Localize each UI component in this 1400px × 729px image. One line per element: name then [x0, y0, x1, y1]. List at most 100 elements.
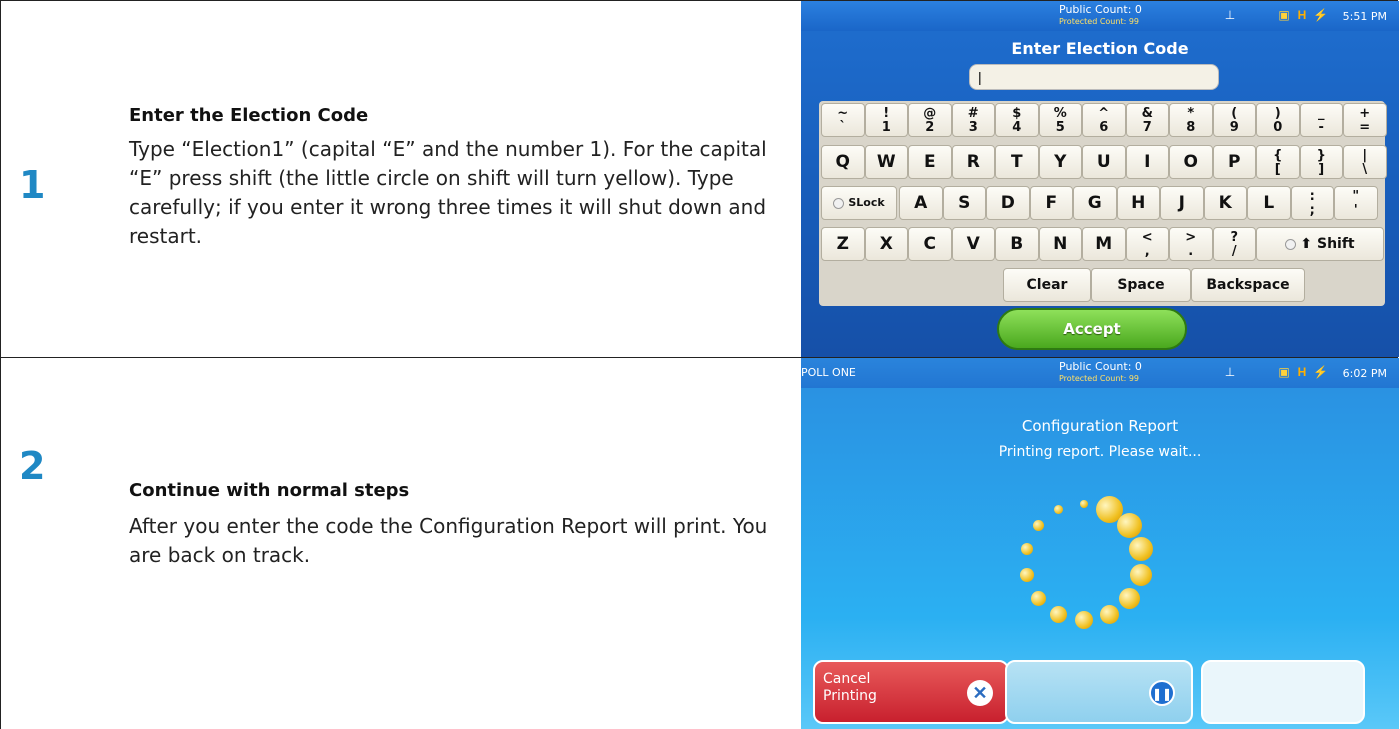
key[interactable]: ^ 6 — [1082, 103, 1126, 137]
key[interactable]: V — [951, 227, 995, 261]
key[interactable]: H — [1116, 186, 1160, 220]
key[interactable]: Z — [821, 227, 865, 261]
step-heading: Continue with normal steps — [129, 480, 410, 501]
key[interactable]: :; — [1290, 186, 1334, 220]
key[interactable]: + = — [1343, 103, 1387, 137]
key[interactable]: ~ ` — [821, 103, 865, 137]
step-body: After you enter the code the Configurati… — [129, 514, 768, 567]
key[interactable]: M — [1082, 227, 1126, 261]
close-icon: ✕ — [967, 680, 993, 706]
pause-icon: ❚❚ — [1149, 680, 1175, 706]
key[interactable]: U — [1082, 145, 1126, 179]
h-icon: H — [1297, 8, 1307, 22]
key[interactable]: T — [995, 145, 1039, 179]
step-row-2: 2 Continue with normal steps After you e… — [0, 357, 1399, 729]
key[interactable]: <, — [1125, 227, 1169, 261]
key[interactable]: F — [1029, 186, 1073, 220]
key[interactable]: % 5 — [1038, 103, 1082, 137]
printing-screenshot: POLL ONE Public Count: 0 Protected Count… — [801, 358, 1399, 729]
step-number: 1 — [19, 163, 46, 207]
key[interactable]: >. — [1169, 227, 1213, 261]
key[interactable]: I — [1125, 145, 1169, 179]
key[interactable]: R — [951, 145, 995, 179]
key[interactable]: Y — [1038, 145, 1082, 179]
spinner-dot — [1080, 500, 1088, 508]
key[interactable]: $4 — [995, 103, 1039, 137]
disabled-button — [1201, 660, 1365, 724]
key[interactable]: L — [1247, 186, 1291, 220]
key[interactable]: W — [864, 145, 908, 179]
status-bar: Public Count: 0 Protected Count: 99 ⊥ ▣ … — [801, 1, 1399, 31]
key[interactable]: ) 0 — [1256, 103, 1300, 137]
spinner-dot — [1033, 520, 1045, 532]
key[interactable]: @2 — [908, 103, 952, 137]
backspace-key[interactable]: Backspace — [1191, 268, 1305, 302]
election-code-screen: Public Count: 0 Protected Count: 99 ⊥ ▣ … — [801, 1, 1399, 357]
spinner-dot — [1128, 537, 1153, 562]
key[interactable]: S — [942, 186, 986, 220]
key[interactable]: Q — [821, 145, 865, 179]
key[interactable]: | \ — [1343, 145, 1387, 179]
key[interactable]: O — [1169, 145, 1213, 179]
counts: Public Count: 0 Protected Count: 99 — [1059, 4, 1142, 28]
key[interactable]: #3 — [951, 103, 995, 137]
public-count: Public Count: 0 — [1059, 3, 1142, 16]
key[interactable]: B — [995, 227, 1039, 261]
printing-screen: POLL ONE Public Count: 0 Protected Count… — [801, 358, 1399, 729]
cancel-line-1: Cancel — [823, 671, 871, 687]
shift-lock-indicator — [833, 197, 845, 209]
shift-lock-key[interactable]: SLock — [821, 186, 897, 220]
election-code-screenshot: Public Count: 0 Protected Count: 99 ⊥ ▣ … — [801, 1, 1399, 357]
clock: 5:51 PM — [1342, 10, 1387, 23]
key[interactable]: G — [1073, 186, 1117, 220]
spinner-dot — [1118, 587, 1140, 609]
key[interactable]: * 8 — [1169, 103, 1213, 137]
key[interactable]: & 7 — [1125, 103, 1169, 137]
clear-key[interactable]: Clear — [1003, 268, 1091, 302]
spinner-dot — [1050, 605, 1068, 623]
shift-arrow-icon: ⬆ — [1300, 236, 1317, 252]
cancel-line-2: Printing — [823, 688, 877, 704]
key[interactable]: N — [1038, 227, 1082, 261]
step-1-text-cell: 1 Enter the Election Code Type “Election… — [1, 1, 801, 357]
key[interactable]: _ - — [1299, 103, 1343, 137]
shift-lock-label: SLock — [848, 196, 885, 209]
shift-label: Shift — [1316, 236, 1355, 252]
protected-count: Protected Count: 99 — [1059, 17, 1140, 26]
spinner-dot — [1116, 513, 1142, 539]
spinner-dot — [1129, 563, 1152, 586]
step-heading: Enter the Election Code — [129, 105, 369, 126]
key[interactable]: " ' — [1334, 186, 1378, 220]
shift-indicator — [1285, 238, 1297, 250]
instruction-table: 1 Enter the Election Code Type “Election… — [0, 0, 1399, 729]
key[interactable]: C — [908, 227, 952, 261]
key[interactable]: K — [1203, 186, 1247, 220]
key[interactable]: ! 1 — [864, 103, 908, 137]
spinner-dot — [1099, 604, 1119, 624]
key[interactable]: D — [986, 186, 1030, 220]
key[interactable]: }] — [1299, 145, 1343, 179]
card-icon: ▣ — [1278, 8, 1290, 22]
election-code-input[interactable]: | — [969, 64, 1219, 90]
key[interactable]: E — [908, 145, 952, 179]
key[interactable]: X — [864, 227, 908, 261]
key[interactable]: {[ — [1256, 145, 1300, 179]
pause-button[interactable]: ❚❚ — [1005, 660, 1193, 724]
key[interactable]: ? / — [1212, 227, 1256, 261]
step-row-1: 1 Enter the Election Code Type “Election… — [0, 0, 1399, 358]
shift-key[interactable]: ⬆ Shift — [1256, 227, 1384, 261]
spinner-dot — [1020, 567, 1035, 582]
spinner-dot — [1075, 611, 1093, 629]
on-screen-keyboard: Clear Space Backspace ~ `! 1 @2 #3 $4% 5 ^ 6 & 7 * 8… — [819, 101, 1387, 306]
step-body: Type “Election1” (capital “E” and the nu… — [129, 137, 767, 248]
key[interactable]: P — [1212, 145, 1256, 179]
key[interactable]: J — [1160, 186, 1204, 220]
spinner-dot — [1021, 543, 1034, 556]
step-2-text-cell: 2 Continue with normal steps After you e… — [1, 358, 801, 729]
key[interactable]: A — [899, 186, 943, 220]
cancel-printing-button[interactable]: Cancel Printing ✕ — [813, 660, 1009, 724]
screen-title: Enter Election Code — [1011, 39, 1189, 58]
space-key[interactable]: Space — [1091, 268, 1191, 302]
key[interactable]: (9 — [1212, 103, 1256, 137]
accept-button[interactable]: Accept — [997, 308, 1187, 350]
